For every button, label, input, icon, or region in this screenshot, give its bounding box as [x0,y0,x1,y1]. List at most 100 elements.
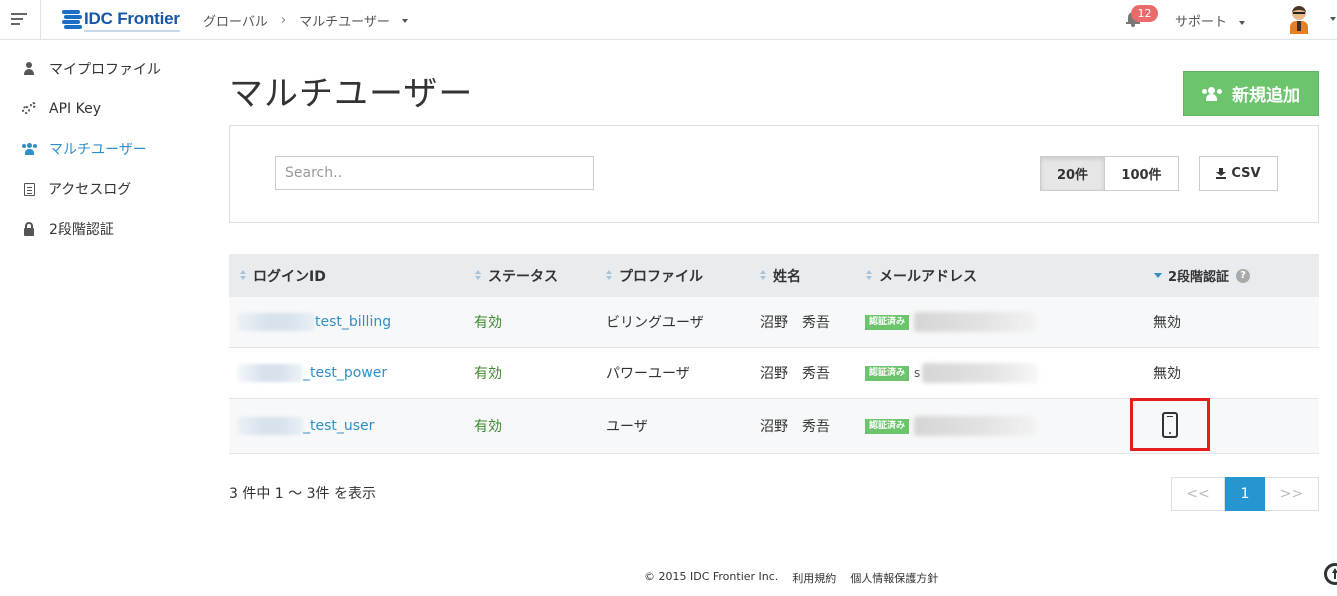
redacted-login [237,417,303,435]
privacy-link[interactable]: 個人情報保護方針 [850,570,938,586]
status-cell: 有効 [474,366,502,382]
copyright: © 2015 IDC Frontier Inc. [644,570,779,583]
breadcrumb-multiuser[interactable]: マルチユーザー [299,11,390,30]
sidebar-item-label: マルチユーザー [49,142,147,158]
column-label: 姓名 [773,268,801,285]
filter-panel: 20件 100件 CSV [229,125,1319,223]
login-id-link[interactable]: _test_power [303,365,387,381]
table-row: _test_user 有効 ユーザ 沼野 秀吾 認証済み [229,398,1319,454]
sidebar-item-label: マイプロファイル [49,62,161,78]
divider [40,0,41,40]
redacted-email [914,416,1037,436]
column-name[interactable]: 姓名 [760,254,801,297]
lock-icon [22,222,36,236]
table-header: ログインID ステータス プロファイル 姓名 メールアドレス 2段階認証? [229,254,1319,297]
breadcrumb-global[interactable]: グローバル [203,11,268,30]
user-icon [22,62,36,76]
add-user-button[interactable]: 新規追加 [1183,71,1319,116]
verified-badge: 認証済み [865,365,910,381]
page-size-selector: 20件 100件 [1040,156,1179,191]
sort-desc-icon [1154,273,1162,278]
sort-icon [866,270,873,281]
name-cell: 沼野 秀吾 [760,419,830,435]
breadcrumb-separator: › [280,13,287,28]
csv-download-button[interactable]: CSV [1199,156,1278,191]
column-profile[interactable]: プロファイル [606,254,703,297]
chevron-down-icon[interactable] [401,18,408,23]
login-id-cell[interactable]: test_billing [237,297,391,347]
sort-icon [240,270,247,281]
profile-cell: パワーユーザ [606,366,690,382]
email-cell: 認証済み [865,297,1037,347]
gears-icon [22,102,36,116]
column-two-factor[interactable]: 2段階認証? [1154,254,1251,297]
status-cell: 有効 [474,419,502,435]
name-cell: 沼野 秀吾 [760,366,830,382]
chevron-down-icon[interactable] [1330,17,1336,21]
login-id-link[interactable]: test_billing [315,314,391,330]
profile-cell: ユーザ [606,419,648,435]
table-row: _test_power 有効 パワーユーザ 沼野 秀吾 認証済み s 無効 [229,348,1319,399]
verified-badge: 認証済み [865,314,910,330]
profile-cell: ビリングユーザ [606,315,704,331]
current-page-button[interactable]: 1 [1225,477,1265,511]
table-row: test_billing 有効 ビリングユーザ 沼野 秀吾 認証済み 無効 [229,297,1319,348]
sidebar-item-label: API Key [49,101,101,117]
help-icon[interactable]: ? [1236,268,1251,283]
logo[interactable]: IDC Frontier [62,8,180,32]
redacted-login [237,364,303,382]
logo-text: IDC Frontier [84,9,180,32]
users-icon [22,142,37,156]
page-title: マルチユーザー [229,74,474,114]
users-icon [1202,86,1222,101]
status-cell: 有効 [474,315,502,331]
result-summary: 3 件中 1 〜 3件 を表示 [229,486,376,502]
phone-icon [1162,411,1178,438]
menu-icon[interactable] [11,13,27,27]
page-size-100-button[interactable]: 100件 [1105,156,1179,191]
notification-badge[interactable]: 12 [1131,5,1158,22]
column-status[interactable]: ステータス [475,254,558,297]
sidebar-item-api-key[interactable]: API Key [0,89,200,129]
redacted-email [914,312,1037,332]
file-icon [24,182,35,196]
users-table: ログインID ステータス プロファイル 姓名 メールアドレス 2段階認証? te… [229,254,1319,454]
sidebar-item-multi-user[interactable]: マルチユーザー [0,129,200,169]
sort-icon [475,270,482,281]
prev-page-button[interactable]: << [1171,477,1225,511]
login-id-cell[interactable]: _test_power [237,348,387,398]
add-button-label: 新規追加 [1232,86,1300,106]
column-label: ステータス [488,268,558,285]
page-size-20-button[interactable]: 20件 [1040,156,1105,191]
chevron-down-icon [1239,20,1246,25]
name-cell: 沼野 秀吾 [760,315,830,331]
pagination: << 1 >> [1171,477,1319,511]
scroll-top-icon[interactable] [1324,563,1337,585]
footer: © 2015 IDC Frontier Inc. 利用規約 個人情報保護方針 [644,570,952,586]
redacted-login [237,313,315,331]
download-icon [1216,168,1227,179]
column-label: 2段階認証 [1168,270,1230,285]
sidebar-item-two-factor[interactable]: 2段階認証 [0,209,200,249]
column-label: メールアドレス [879,268,977,285]
search-input[interactable] [275,156,594,190]
login-id-cell[interactable]: _test_user [237,399,374,453]
column-label: プロファイル [619,268,703,285]
support-label: サポート [1175,15,1228,30]
column-email[interactable]: メールアドレス [866,254,977,297]
sort-icon [606,270,613,281]
support-menu[interactable]: サポート [1175,11,1246,30]
two-factor-cell: 無効 [1153,315,1181,331]
sidebar-item-my-profile[interactable]: マイプロファイル [0,49,200,89]
login-id-link[interactable]: _test_user [303,418,374,434]
two-factor-cell: 無効 [1153,366,1181,382]
two-factor-highlight [1130,398,1210,451]
email-cell: 認証済み [865,399,1037,453]
next-page-button[interactable]: >> [1265,477,1319,511]
avatar[interactable] [1288,4,1310,36]
sidebar-item-access-log[interactable]: アクセスログ [0,169,200,209]
csv-label: CSV [1231,166,1261,181]
verified-badge: 認証済み [865,418,910,434]
column-login-id[interactable]: ログインID [240,254,326,297]
terms-link[interactable]: 利用規約 [792,570,836,586]
